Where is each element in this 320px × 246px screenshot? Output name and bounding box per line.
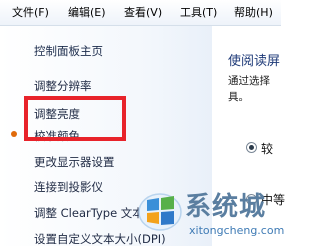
menu-file[interactable]: 文件(F): [12, 0, 49, 26]
watermark-url: xitongcheng.com: [189, 224, 285, 237]
menu-bar: 文件(F) 编辑(E) 查看(V) 工具(T) 帮助(H): [0, 0, 281, 26]
size-option-smaller-radio[interactable]: [246, 142, 257, 153]
adjust-cleartype-link[interactable]: 调整 ClearType 文本: [34, 205, 144, 221]
description-line-2: 具。: [228, 91, 249, 103]
connect-projector-link[interactable]: 连接到投影仪: [34, 179, 103, 195]
watermark: 系统城 xitongcheng.com: [137, 186, 285, 246]
color-calibration-shield-icon: [11, 131, 17, 137]
adjust-resolution-link[interactable]: 调整分辨率: [34, 78, 92, 94]
watermark-logo-icon: [138, 193, 182, 231]
annotation-highlight-box: [24, 96, 126, 141]
control-panel-home-link[interactable]: 控制面板主页: [34, 43, 103, 59]
page-description: 通过选择 具。: [228, 73, 288, 105]
watermark-name: 系统城: [185, 192, 267, 222]
description-line-1: 通过选择: [228, 75, 270, 87]
size-option-smaller-label: 较: [261, 142, 274, 156]
menu-view[interactable]: 查看(V): [124, 0, 162, 26]
menu-edit[interactable]: 编辑(E): [68, 0, 106, 26]
page-title: 使阅读屏: [228, 54, 281, 69]
change-display-settings-link[interactable]: 更改显示器设置: [34, 154, 115, 170]
menu-help[interactable]: 帮助(H): [234, 0, 273, 26]
menu-tools[interactable]: 工具(T): [180, 0, 217, 26]
